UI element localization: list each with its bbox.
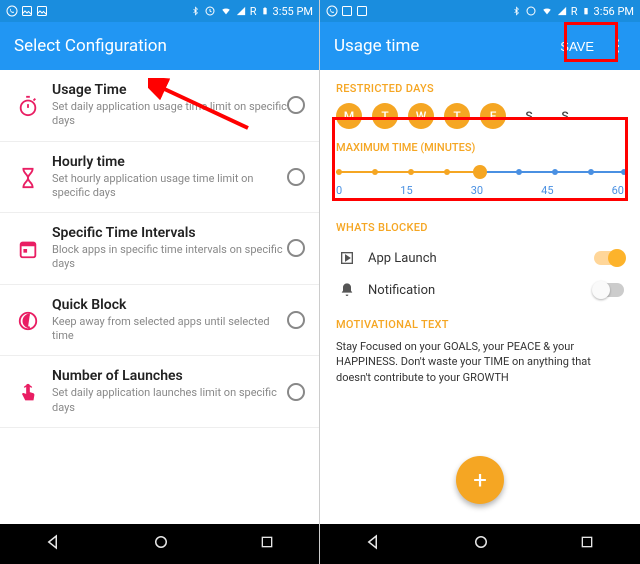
clock-label: 3:56 PM — [594, 5, 634, 18]
radio-button[interactable] — [287, 311, 305, 329]
blocked-notification[interactable]: Notification — [320, 274, 640, 306]
item-subtitle: Set daily application usage time limit o… — [52, 100, 287, 129]
bell-icon — [336, 282, 358, 298]
day-chip-fri[interactable]: F — [480, 103, 506, 129]
app-bar: Select Configuration — [0, 22, 319, 70]
slider-label: 60 — [612, 184, 624, 197]
wifi-icon — [220, 6, 232, 16]
back-icon[interactable] — [365, 533, 383, 555]
day-chip-sun[interactable]: S — [552, 103, 578, 129]
tap-icon — [12, 380, 44, 404]
item-title: Hourly time — [52, 154, 287, 170]
day-chip-sat[interactable]: S — [516, 103, 542, 129]
nav-bar — [0, 524, 319, 564]
slider-label: 15 — [400, 184, 412, 197]
bluetooth-icon — [512, 5, 521, 17]
nav-bar — [320, 524, 640, 564]
network-label: R — [250, 5, 257, 18]
appbar-title: Select Configuration — [14, 36, 167, 56]
status-bar: R 3:55 PM — [0, 0, 319, 22]
slider-thumb[interactable] — [473, 165, 487, 179]
day-chip-wed[interactable]: W — [408, 103, 434, 129]
restricted-days-header: RESTRICTED DAYS — [320, 70, 640, 103]
config-usage-time[interactable]: Usage Time Set daily application usage t… — [0, 70, 319, 142]
whatsapp-icon — [6, 5, 18, 17]
battery-icon — [582, 5, 590, 17]
day-chip-thu[interactable]: T — [444, 103, 470, 129]
blocked-label: Notification — [358, 283, 594, 298]
home-icon[interactable] — [472, 533, 490, 555]
item-subtitle: Block apps in specific time intervals on… — [52, 243, 287, 272]
calendar-icon — [12, 236, 44, 260]
toggle-notification[interactable] — [594, 283, 624, 297]
config-number-launches[interactable]: Number of Launches Set daily application… — [0, 356, 319, 428]
config-quick-block[interactable]: Quick Block Keep away from selected apps… — [0, 285, 319, 357]
signal-icon — [236, 6, 246, 16]
radio-button[interactable] — [287, 168, 305, 186]
status-bar: R 3:56 PM — [320, 0, 640, 22]
network-label: R — [571, 5, 578, 18]
image-icon — [21, 5, 33, 17]
more-icon[interactable]: ⋮ — [610, 38, 626, 54]
wifi-icon — [541, 6, 553, 16]
recent-icon[interactable] — [579, 534, 595, 554]
radio-button[interactable] — [287, 96, 305, 114]
day-chip-mon[interactable]: M — [336, 103, 362, 129]
day-chip-tue[interactable]: T — [372, 103, 398, 129]
config-hourly-time[interactable]: Hourly time Set hourly application usage… — [0, 142, 319, 214]
days-row: M T W T F S S — [320, 103, 640, 141]
toggle-app-launch[interactable] — [594, 251, 624, 265]
whats-blocked-header: WHATS BLOCKED — [320, 209, 640, 242]
app-bar: Usage time SAVE ⋮ — [320, 22, 640, 70]
image-icon — [356, 5, 368, 17]
image-icon — [36, 5, 48, 17]
item-title: Specific Time Intervals — [52, 225, 287, 241]
hourglass-icon — [12, 165, 44, 189]
back-icon[interactable] — [45, 533, 63, 555]
radio-button[interactable] — [287, 383, 305, 401]
item-subtitle: Keep away from selected apps until selec… — [52, 315, 287, 344]
appbar-title: Usage time — [334, 36, 419, 56]
item-subtitle: Set hourly application usage time limit … — [52, 172, 287, 201]
radio-button[interactable] — [287, 239, 305, 257]
motivational-text: Stay Focused on your GOALS, your PEACE &… — [320, 339, 640, 385]
stopwatch-icon — [12, 93, 44, 117]
item-title: Quick Block — [52, 297, 287, 313]
whatsapp-icon — [326, 5, 338, 17]
save-button[interactable]: SAVE — [548, 29, 606, 64]
image-icon — [341, 5, 353, 17]
item-title: Number of Launches — [52, 368, 287, 384]
recent-icon[interactable] — [259, 534, 275, 554]
signal-icon — [557, 6, 567, 16]
battery-icon — [261, 5, 269, 17]
bluetooth-icon — [191, 5, 200, 17]
slider-label: 30 — [471, 184, 483, 197]
fab-add[interactable]: + — [456, 456, 504, 504]
moon-icon — [12, 308, 44, 332]
slider-label: 45 — [541, 184, 553, 197]
rotate-icon — [525, 5, 537, 17]
max-time-header: MAXIMUM TIME (MINUTES) — [336, 141, 624, 164]
config-specific-intervals[interactable]: Specific Time Intervals Block apps in sp… — [0, 213, 319, 285]
blocked-app-launch[interactable]: App Launch — [320, 242, 640, 274]
clock-label: 3:55 PM — [273, 5, 313, 18]
launch-icon — [336, 250, 358, 266]
item-subtitle: Set daily application launches limit on … — [52, 386, 287, 415]
item-title: Usage Time — [52, 82, 287, 98]
home-icon[interactable] — [152, 533, 170, 555]
motivational-header: MOTIVATIONAL TEXT — [320, 306, 640, 339]
time-slider[interactable] — [336, 164, 624, 180]
blocked-label: App Launch — [358, 251, 594, 266]
slider-label: 0 — [336, 184, 342, 197]
rotate-icon — [204, 5, 216, 17]
